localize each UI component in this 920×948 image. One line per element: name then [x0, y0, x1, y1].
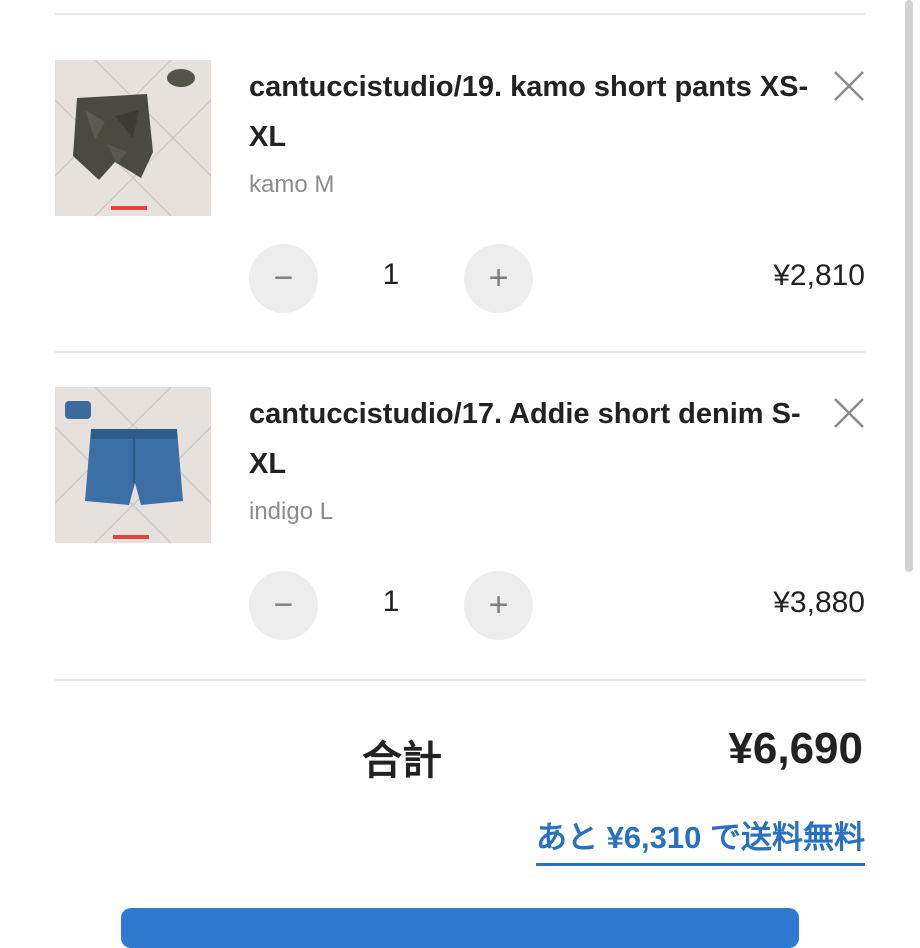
close-icon [834, 71, 864, 101]
cart-item: cantuccistudio/17. Addie short denim S-X… [0, 387, 920, 687]
product-name[interactable]: cantuccistudio/19. kamo short pants XS-X… [249, 62, 809, 162]
free-shipping-link[interactable]: あと ¥6,310 で送料無料 [535, 812, 865, 866]
increase-quantity-button[interactable]: + [464, 244, 533, 313]
top-divider [55, 13, 865, 15]
quantity-value: 1 [382, 585, 400, 618]
item-divider [55, 351, 865, 353]
summary-divider [55, 679, 865, 681]
total-amount: ¥6,690 [728, 724, 863, 773]
product-name[interactable]: cantuccistudio/17. Addie short denim S-X… [249, 389, 809, 489]
decrease-quantity-button[interactable]: − [249, 571, 318, 640]
remove-item-button[interactable] [833, 70, 865, 102]
decrease-quantity-button[interactable]: − [249, 244, 318, 313]
product-image-kamo-shorts[interactable] [55, 60, 211, 216]
scrollbar[interactable] [905, 0, 913, 572]
item-price: ¥2,810 [773, 259, 865, 292]
checkout-button[interactable] [121, 908, 799, 948]
total-label: 合計 [362, 739, 442, 783]
remove-item-button[interactable] [833, 397, 865, 429]
increase-quantity-button[interactable]: + [464, 571, 533, 640]
product-image-addie-denim[interactable] [55, 387, 211, 543]
cart-item: cantuccistudio/19. kamo short pants XS-X… [0, 60, 920, 360]
product-variant: kamo M [249, 171, 335, 198]
product-variant: indigo L [249, 498, 334, 525]
close-icon [834, 398, 864, 428]
item-price: ¥3,880 [773, 586, 865, 619]
quantity-value: 1 [382, 258, 400, 291]
